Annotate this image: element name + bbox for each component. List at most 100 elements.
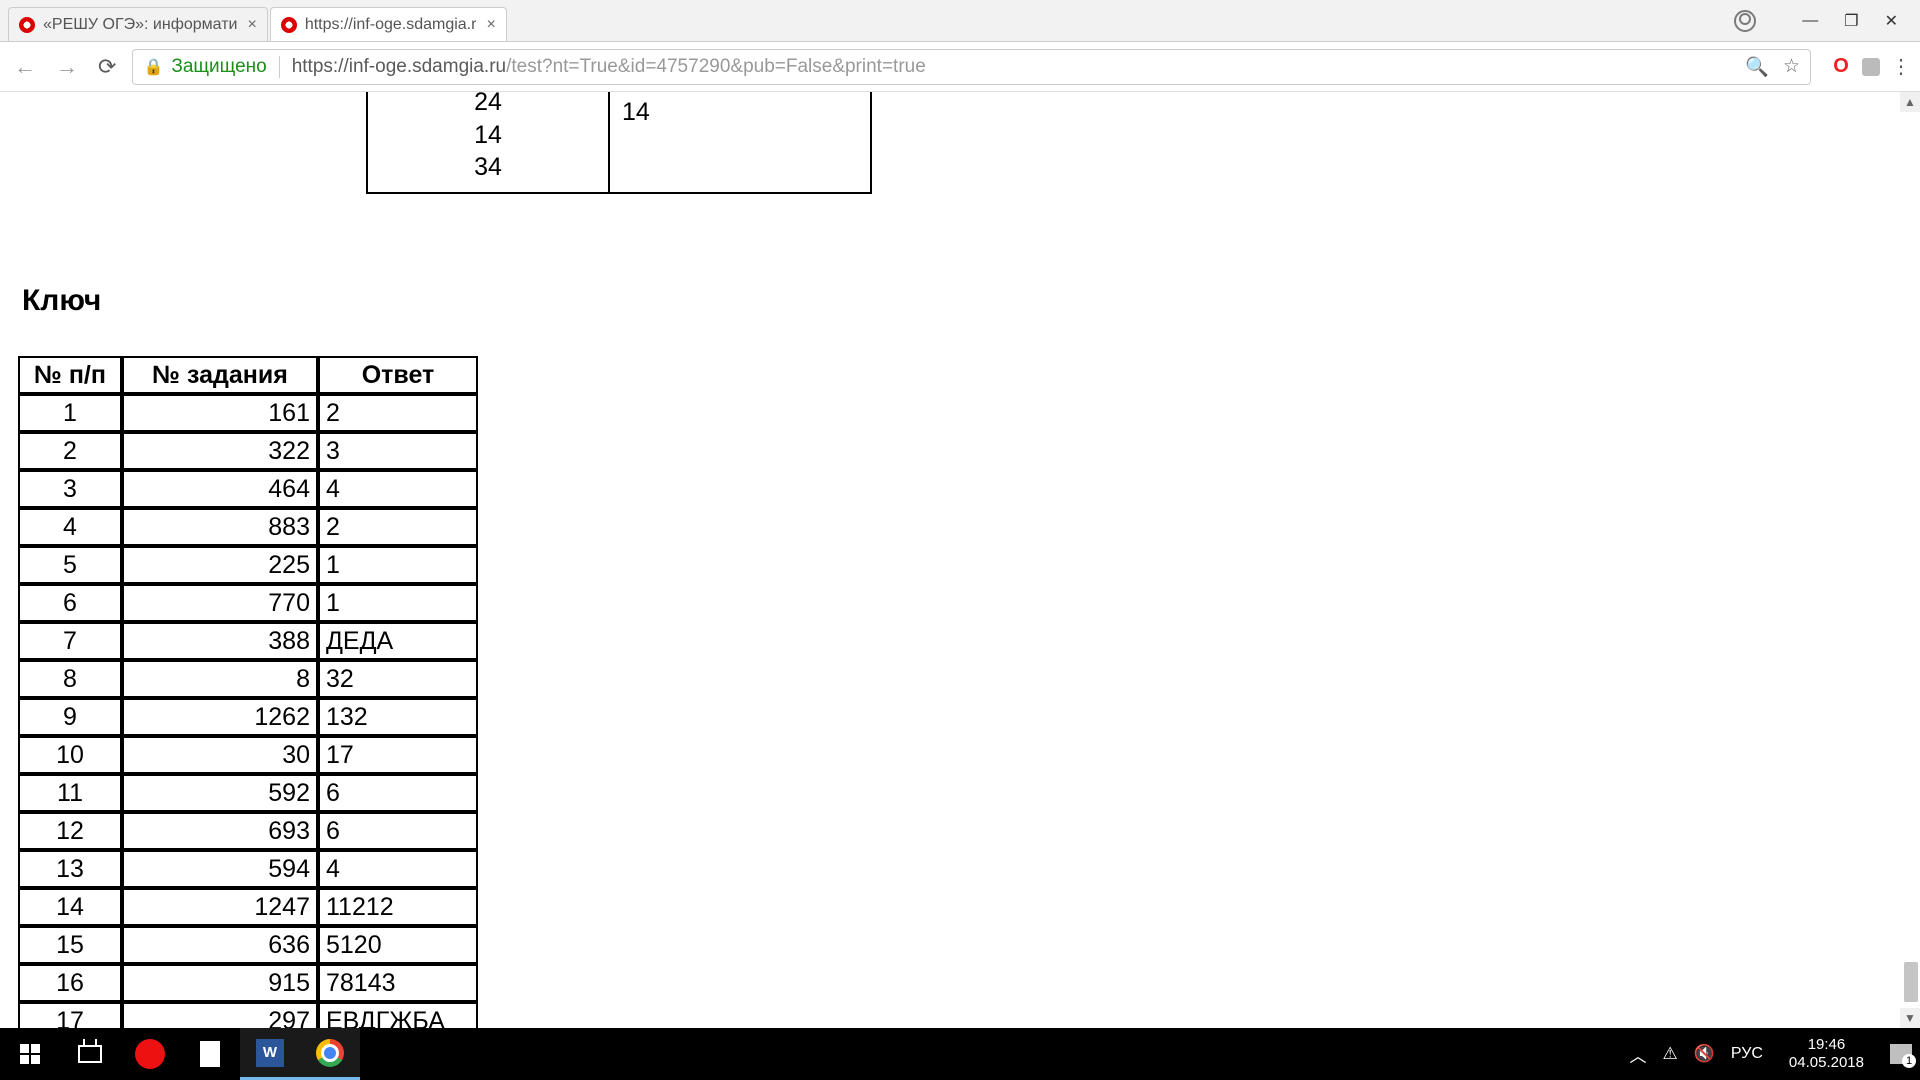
partial-cell-left: 24 14 34 xyxy=(366,92,610,194)
cell-task: 1262 xyxy=(122,698,318,736)
cell-task: 594 xyxy=(122,850,318,888)
back-icon[interactable]: ← xyxy=(10,50,40,84)
table-row: 8832 xyxy=(18,660,478,698)
clock-date: 04.05.2018 xyxy=(1789,1054,1864,1072)
table-row: 52251 xyxy=(18,546,478,584)
cell-task: 30 xyxy=(122,736,318,774)
word-icon: W xyxy=(256,1039,284,1067)
account-icon[interactable] xyxy=(1734,10,1756,32)
opera-taskbar-button[interactable] xyxy=(120,1028,180,1080)
extension-icon[interactable] xyxy=(1861,57,1881,77)
word-taskbar-button[interactable]: W xyxy=(240,1028,300,1080)
chrome-icon xyxy=(316,1039,344,1067)
cell-answer: 2 xyxy=(318,508,478,546)
cell-value: 14 xyxy=(380,119,596,152)
close-window-icon[interactable]: ✕ xyxy=(1885,11,1898,31)
cell-number: 3 xyxy=(18,470,122,508)
cell-number: 10 xyxy=(18,736,122,774)
table-row: 7388ДЕДА xyxy=(18,622,478,660)
clock[interactable]: 19:46 04.05.2018 xyxy=(1779,1036,1874,1072)
col-header-answer: Ответ xyxy=(318,356,478,394)
menu-icon[interactable]: ⋮ xyxy=(1891,54,1910,79)
cell-task: 8 xyxy=(122,660,318,698)
cell-number: 2 xyxy=(18,432,122,470)
forward-icon[interactable]: → xyxy=(52,50,82,84)
cell-number: 12 xyxy=(18,812,122,850)
extensions: O ⋮ xyxy=(1831,54,1910,79)
cell-answer: 5120 xyxy=(318,926,478,964)
cell-answer: 78143 xyxy=(318,964,478,1002)
notifications-icon[interactable]: 1 xyxy=(1890,1044,1912,1064)
tray-chevron-icon[interactable]: ︿ xyxy=(1629,1042,1646,1067)
cell-value: 24 xyxy=(380,86,596,119)
cell-number: 1 xyxy=(18,394,122,432)
volume-mute-icon[interactable]: 🔇 xyxy=(1694,1044,1715,1064)
cell-task: 770 xyxy=(122,584,318,622)
windows-taskbar: W ︿ ⚠ 🔇 РУС 19:46 04.05.2018 1 xyxy=(0,1028,1920,1080)
cell-number: 8 xyxy=(18,660,122,698)
language-indicator[interactable]: РУС xyxy=(1731,1045,1763,1063)
cell-task: 636 xyxy=(122,926,318,964)
cell-answer: 11212 xyxy=(318,888,478,926)
scroll-up-icon[interactable]: ▲ xyxy=(1900,92,1920,112)
cell-answer: 32 xyxy=(318,660,478,698)
opera-extension-icon[interactable]: O xyxy=(1831,57,1851,77)
favicon-icon xyxy=(19,17,35,33)
scrollbar-thumb[interactable] xyxy=(1904,962,1918,1002)
secure-label: Защищено xyxy=(171,56,266,78)
zoom-icon[interactable]: 🔍 xyxy=(1745,55,1769,79)
cell-answer: 4 xyxy=(318,850,478,888)
wifi-icon[interactable]: ⚠ xyxy=(1662,1044,1677,1064)
scroll-down-icon[interactable]: ▼ xyxy=(1900,1008,1920,1028)
browser-toolbar: ← → ⟳ 🔒 Защищено https://inf-oge.sdamgia… xyxy=(0,42,1920,92)
task-view-icon xyxy=(78,1045,102,1063)
lock-icon: 🔒 xyxy=(143,57,163,77)
maximize-icon[interactable]: ❐ xyxy=(1844,11,1858,31)
cell-number: 14 xyxy=(18,888,122,926)
table-row: 126936 xyxy=(18,812,478,850)
table-row: 115926 xyxy=(18,774,478,812)
col-header-number: № п/п xyxy=(18,356,122,394)
file-taskbar-button[interactable] xyxy=(180,1028,240,1080)
bookmark-icon[interactable]: ☆ xyxy=(1783,55,1800,78)
url-text: https://inf-oge.sdamgia.ru/test?nt=True&… xyxy=(292,56,1738,78)
partial-cell-right: 14 xyxy=(610,92,872,194)
cell-number: 9 xyxy=(18,698,122,736)
task-view-button[interactable] xyxy=(60,1028,120,1080)
minimize-icon[interactable]: — xyxy=(1802,12,1818,30)
answer-key-table: № п/п № задания Ответ 116122322334644488… xyxy=(18,356,478,1078)
partial-table: 24 14 34 14 xyxy=(366,92,872,194)
cell-answer: 6 xyxy=(318,774,478,812)
cell-number: 7 xyxy=(18,622,122,660)
taskbar-left: W xyxy=(0,1028,360,1080)
reload-icon[interactable]: ⟳ xyxy=(94,50,120,84)
address-bar[interactable]: 🔒 Защищено https://inf-oge.sdamgia.ru/te… xyxy=(132,49,1811,85)
browser-tab-1[interactable]: «РЕШУ ОГЭ»: информати × xyxy=(8,7,268,41)
window-controls: — ❐ ✕ xyxy=(1712,0,1920,42)
cell-answer: 6 xyxy=(318,812,478,850)
cell-task: 693 xyxy=(122,812,318,850)
close-icon[interactable]: × xyxy=(486,16,495,34)
cell-task: 322 xyxy=(122,432,318,470)
cell-answer: 2 xyxy=(318,394,478,432)
table-row: 91262132 xyxy=(18,698,478,736)
url-path: /test?nt=True&id=4757290&pub=False&print… xyxy=(506,56,926,77)
table-row: 67701 xyxy=(18,584,478,622)
cell-answer: 132 xyxy=(318,698,478,736)
table-row: 34644 xyxy=(18,470,478,508)
cell-number: 4 xyxy=(18,508,122,546)
table-row: 156365120 xyxy=(18,926,478,964)
cell-task: 464 xyxy=(122,470,318,508)
cell-task: 915 xyxy=(122,964,318,1002)
browser-tab-2[interactable]: https://inf-oge.sdamgia.r × xyxy=(270,7,507,41)
start-button[interactable] xyxy=(0,1028,60,1080)
cell-answer: ДЕДА xyxy=(318,622,478,660)
close-icon[interactable]: × xyxy=(247,16,256,34)
page-viewport: ▲ ▼ 24 14 34 14 Ключ № п/п № задания Отв… xyxy=(0,92,1920,1028)
cell-number: 15 xyxy=(18,926,122,964)
file-icon xyxy=(200,1041,220,1067)
tab-title: https://inf-oge.sdamgia.r xyxy=(305,16,477,34)
chrome-taskbar-button[interactable] xyxy=(300,1028,360,1080)
url-origin: https://inf-oge.sdamgia.ru xyxy=(292,56,506,77)
cell-answer: 1 xyxy=(318,584,478,622)
